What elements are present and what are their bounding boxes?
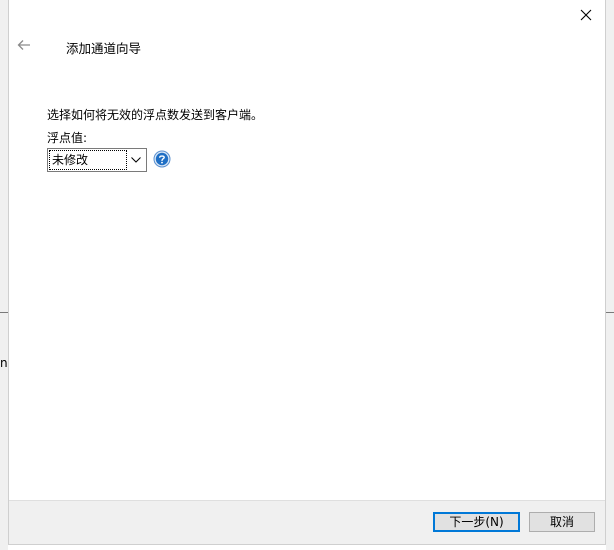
screen: n 添加通道向导 选择如何将无效的浮点数发送到客户端。 浮点值: 未修改 下一步… [0,0,614,550]
wizard-footer: 下一步(N) 取消 [9,500,605,544]
background-window-left [0,0,8,550]
close-button[interactable] [575,4,597,26]
background-divider-left [0,312,8,313]
wizard-title: 添加通道向导 [66,41,142,56]
chevron-down-icon [131,157,141,163]
float-value-label: 浮点值: [47,131,88,145]
back-button[interactable] [14,35,34,55]
help-icon[interactable] [153,150,171,168]
float-value-selected: 未修改 [49,150,127,170]
cancel-button[interactable]: 取消 [529,512,595,532]
dropdown-arrow[interactable] [128,152,144,168]
close-icon [580,9,592,21]
float-value-dropdown[interactable]: 未修改 [47,148,147,172]
back-arrow-icon [17,40,30,50]
add-channel-wizard-dialog: 添加通道向导 选择如何将无效的浮点数发送到客户端。 浮点值: 未修改 下一步(N… [8,0,606,545]
background-text-fragment: n [0,356,8,370]
next-button[interactable]: 下一步(N) [433,512,520,532]
background-window-right [606,0,614,550]
background-divider-right [606,312,614,313]
instruction-text: 选择如何将无效的浮点数发送到客户端。 [47,108,264,122]
